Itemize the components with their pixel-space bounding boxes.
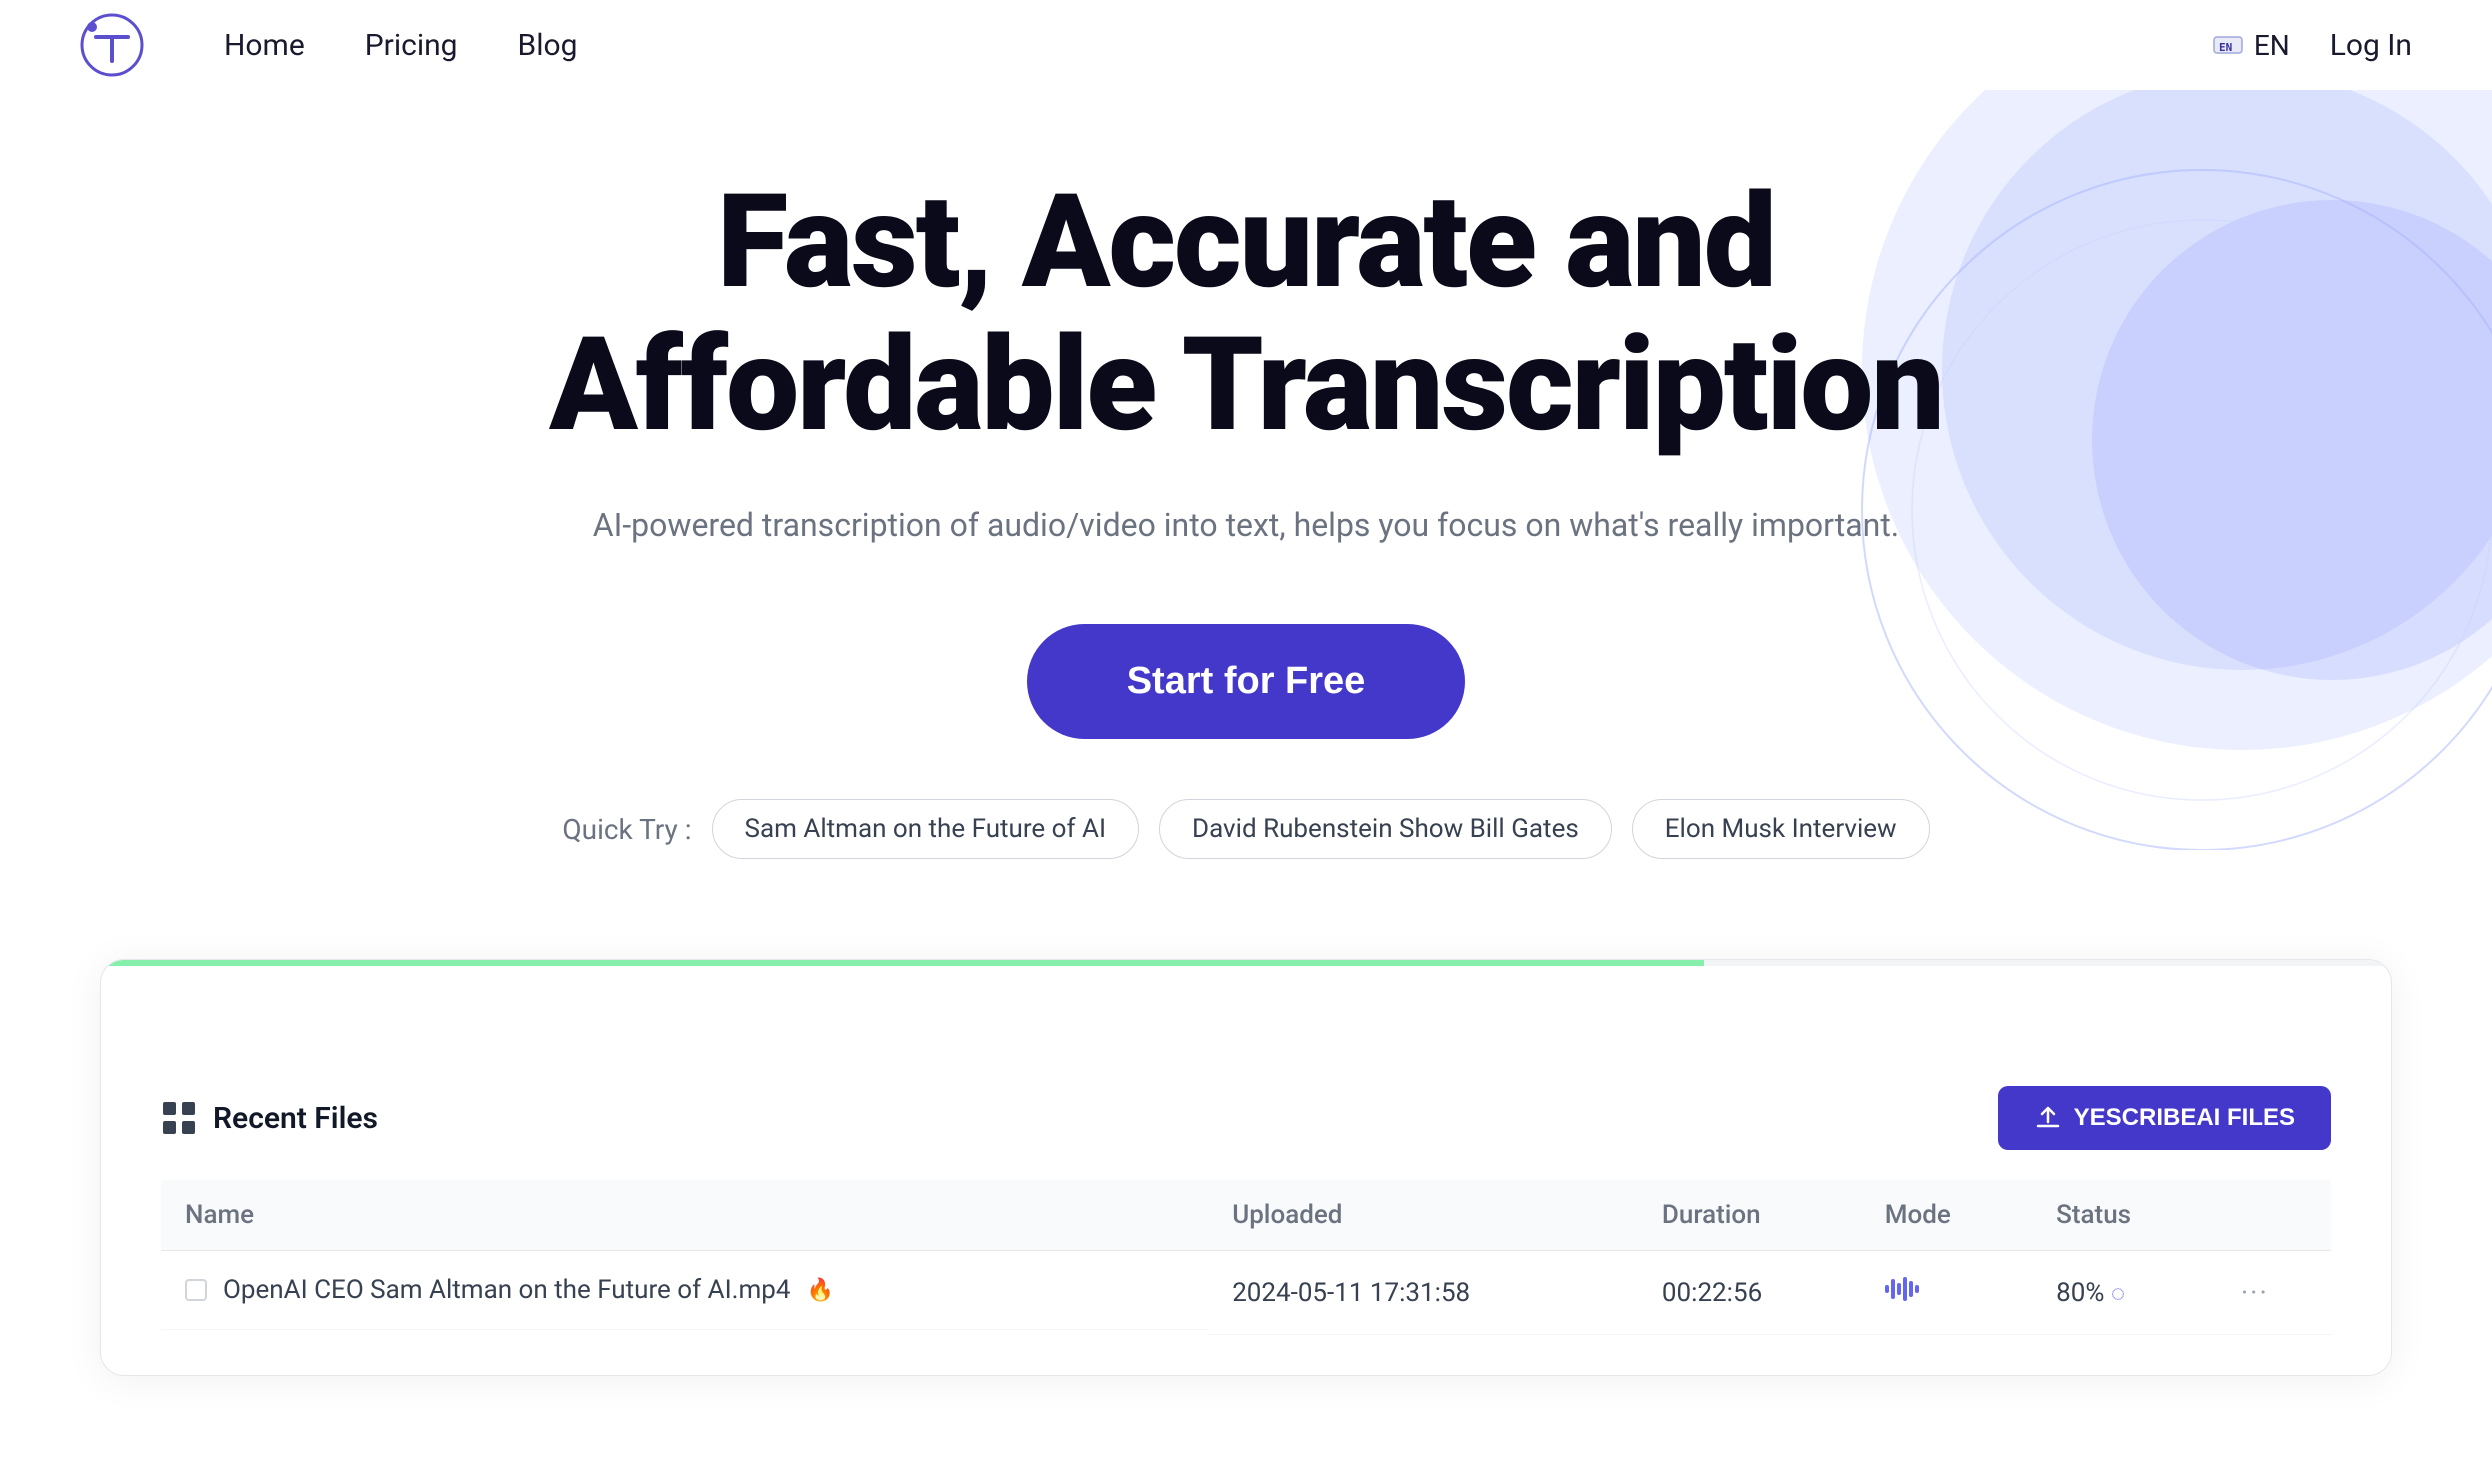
quick-try-section: Quick Try : Sam Altman on the Future of … <box>200 799 2292 859</box>
col-actions <box>2217 1180 2331 1251</box>
hero-content: Fast, Accurate and Affordable Transcript… <box>200 170 2292 859</box>
file-status: 80% ◌ <box>2032 1251 2217 1335</box>
dashboard-body: Recent Files YESCRIBEAI FILES Name Uploa… <box>101 966 2391 1375</box>
navbar: Home Pricing Blog EN EN Log In <box>0 0 2492 90</box>
file-actions: ··· <box>2217 1251 2331 1335</box>
status-spinner-icon: ◌ <box>2111 1279 2125 1307</box>
recent-files-title: Recent Files <box>161 1100 378 1136</box>
file-status-percent: 80% <box>2056 1278 2104 1308</box>
hero-section: Fast, Accurate and Affordable Transcript… <box>0 90 2492 919</box>
dashboard-preview: Recent Files YESCRIBEAI FILES Name Uploa… <box>100 959 2392 1376</box>
language-selector[interactable]: EN EN <box>2212 29 2290 62</box>
cta-start-free[interactable]: Start for Free <box>1027 624 1466 739</box>
file-name-cell: OpenAI CEO Sam Altman on the Future of A… <box>161 1251 1208 1330</box>
table-row: OpenAI CEO Sam Altman on the Future of A… <box>161 1251 2331 1335</box>
logo[interactable] <box>80 13 144 77</box>
col-uploaded: Uploaded <box>1208 1180 1638 1251</box>
file-uploaded: 2024-05-11 17:31:58 <box>1208 1251 1638 1335</box>
login-button[interactable]: Log In <box>2330 28 2412 63</box>
hero-title: Fast, Accurate and Affordable Transcript… <box>446 170 2046 456</box>
svg-text:EN: EN <box>2219 41 2232 54</box>
dashboard-spacer <box>161 1006 2331 1086</box>
quick-try-label: Quick Try : <box>562 813 691 846</box>
file-name: OpenAI CEO Sam Altman on the Future of A… <box>223 1275 791 1305</box>
upload-button-label: YESCRIBEAI FILES <box>2074 1104 2295 1132</box>
file-duration: 00:22:56 <box>1638 1251 1861 1335</box>
grid-icon <box>161 1100 197 1136</box>
nav-right: EN EN Log In <box>2212 28 2412 63</box>
quick-try-chip-1[interactable]: David Rubenstein Show Bill Gates <box>1159 799 1612 859</box>
col-status: Status <box>2032 1180 2217 1251</box>
nav-home[interactable]: Home <box>224 28 305 63</box>
upload-icon <box>2034 1104 2062 1132</box>
col-mode: Mode <box>1861 1180 2032 1251</box>
more-options-button[interactable]: ··· <box>2241 1276 2269 1309</box>
col-duration: Duration <box>1638 1180 1861 1251</box>
file-mode <box>1861 1251 2032 1335</box>
language-icon: EN <box>2212 29 2244 61</box>
table-body: OpenAI CEO Sam Altman on the Future of A… <box>161 1251 2331 1335</box>
recent-files-label: Recent Files <box>213 1101 378 1136</box>
files-table: Name Uploaded Duration Mode Status OpenA… <box>161 1180 2331 1335</box>
nav-links: Home Pricing Blog <box>224 28 2212 63</box>
hero-subtitle: AI-powered transcription of audio/video … <box>200 506 2292 544</box>
quick-try-chip-2[interactable]: Elon Musk Interview <box>1632 799 1930 859</box>
col-name: Name <box>161 1180 1208 1251</box>
table-header: Name Uploaded Duration Mode Status <box>161 1180 2331 1251</box>
file-emoji-icon: 🔥 <box>807 1278 834 1303</box>
file-checkbox[interactable] <box>185 1279 207 1301</box>
lang-label: EN <box>2254 29 2290 62</box>
recent-files-header: Recent Files YESCRIBEAI FILES <box>161 1086 2331 1150</box>
nav-blog[interactable]: Blog <box>518 28 578 63</box>
audio-wave-icon <box>1885 1275 1921 1303</box>
nav-pricing[interactable]: Pricing <box>365 28 458 63</box>
quick-try-chip-0[interactable]: Sam Altman on the Future of AI <box>712 799 1140 859</box>
upload-button[interactable]: YESCRIBEAI FILES <box>1998 1086 2331 1150</box>
